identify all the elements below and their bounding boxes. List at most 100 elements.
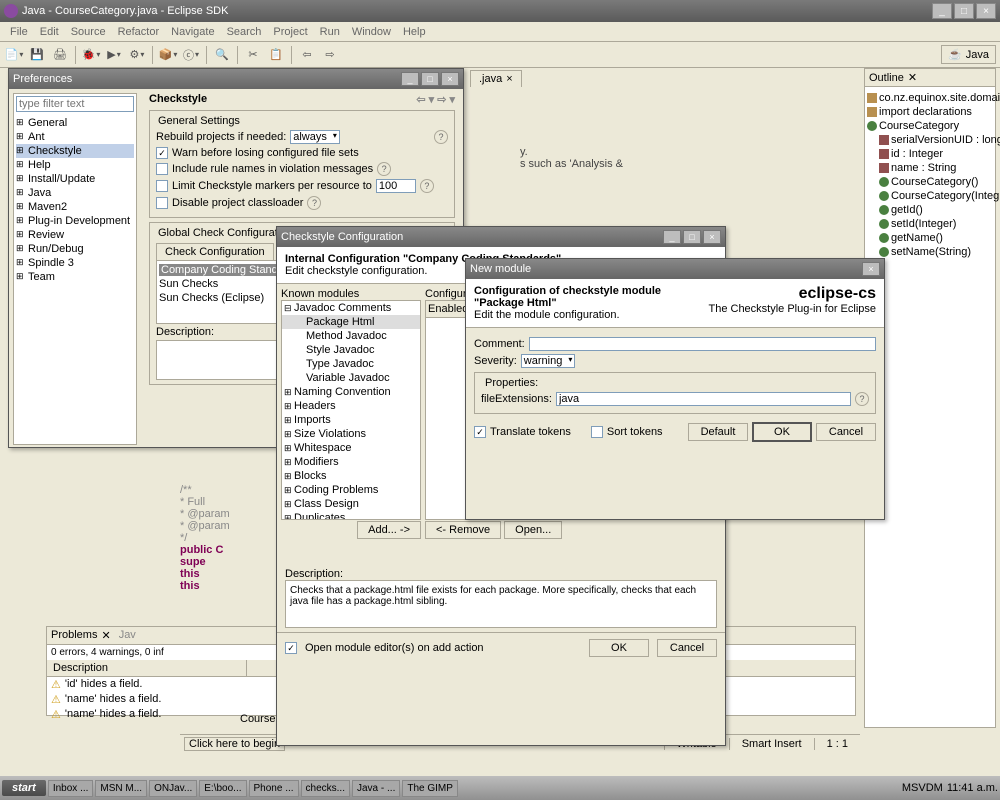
task-item[interactable]: Java - ... (352, 780, 400, 797)
prefs-tree-item[interactable]: Plug-in Development (16, 214, 134, 228)
menu-refactor[interactable]: Refactor (112, 24, 166, 40)
fileext-input[interactable] (556, 392, 851, 406)
task-item[interactable]: checks... (301, 780, 350, 797)
help-icon[interactable]: ? (307, 196, 321, 210)
class-icon[interactable]: ⓒ (181, 45, 201, 65)
outline-item[interactable]: name : String (867, 161, 993, 175)
filter-input[interactable] (16, 96, 134, 112)
maximize-button[interactable]: □ (421, 72, 439, 86)
outline-item[interactable]: co.nz.equinox.site.domain. (867, 91, 993, 105)
menu-run[interactable]: Run (314, 24, 346, 40)
include-checkbox[interactable] (156, 163, 168, 175)
cut-icon[interactable]: ✂ (243, 45, 263, 65)
open-editor-checkbox[interactable]: ✓ (285, 642, 297, 654)
limit-input[interactable]: 100 (376, 179, 416, 193)
outline-item[interactable]: CourseCategory(Integ (867, 189, 993, 203)
task-item[interactable]: Inbox ... (48, 780, 94, 797)
prefs-tree-item[interactable]: Java (16, 186, 134, 200)
ext-icon[interactable]: ⚙ (127, 45, 147, 65)
warning-icon: ⚠ (51, 678, 61, 691)
prefs-tree-item[interactable]: Checkstyle (16, 144, 134, 158)
task-item[interactable]: E:\boo... (199, 780, 246, 797)
outline-item[interactable]: getId() (867, 203, 993, 217)
outline-item[interactable]: id : Integer (867, 147, 993, 161)
menu-help[interactable]: Help (397, 24, 432, 40)
print-icon[interactable]: 🖨 (50, 45, 70, 65)
search-icon[interactable]: 🔍 (212, 45, 232, 65)
minimize-button[interactable]: _ (663, 230, 681, 244)
prefs-tree-item[interactable]: Ant (16, 130, 134, 144)
prefs-tree-item[interactable]: Help (16, 158, 134, 172)
task-item[interactable]: The GIMP (402, 780, 458, 797)
maximize-button[interactable]: □ (954, 3, 974, 19)
menu-project[interactable]: Project (267, 24, 313, 40)
prefs-tree-item[interactable]: Spindle 3 (16, 256, 134, 270)
tab-check-config[interactable]: Check Configuration (156, 243, 274, 260)
problems-tab[interactable]: Problems (51, 629, 97, 642)
fwd-icon[interactable]: ⇨ (320, 45, 340, 65)
run-icon[interactable]: ▶ (104, 45, 124, 65)
close-button[interactable]: × (976, 3, 996, 19)
rebuild-select[interactable]: always (290, 130, 340, 144)
limit-checkbox[interactable] (156, 180, 168, 192)
start-button[interactable]: start (2, 780, 46, 796)
comment-input[interactable] (529, 337, 876, 351)
add-button[interactable]: Add... -> (357, 521, 421, 539)
prefs-tree-item[interactable]: Install/Update (16, 172, 134, 186)
begin-link[interactable]: Click here to begin (184, 737, 285, 751)
prefs-tree-item[interactable]: Review (16, 228, 134, 242)
translate-checkbox[interactable]: ✓ (474, 426, 486, 438)
new-icon[interactable]: 📄 (4, 45, 24, 65)
prefs-tree-item[interactable]: Maven2 (16, 200, 134, 214)
prefs-tree-item[interactable]: Run/Debug (16, 242, 134, 256)
menu-edit[interactable]: Edit (34, 24, 65, 40)
menu-navigate[interactable]: Navigate (165, 24, 220, 40)
debug-icon[interactable]: 🐞 (81, 45, 101, 65)
default-button[interactable]: Default (688, 423, 748, 441)
outline-item[interactable]: setId(Integer) (867, 217, 993, 231)
close-button[interactable]: × (703, 230, 721, 244)
outline-item[interactable]: CourseCategory (867, 119, 993, 133)
outline-item[interactable]: setName(String) (867, 245, 993, 259)
task-item[interactable]: Phone ... (249, 780, 299, 797)
minimize-button[interactable]: _ (401, 72, 419, 86)
outline-item[interactable]: import declarations (867, 105, 993, 119)
menu-file[interactable]: File (4, 24, 34, 40)
maximize-button[interactable]: □ (683, 230, 701, 244)
menu-source[interactable]: Source (65, 24, 112, 40)
outline-item[interactable]: getName() (867, 231, 993, 245)
menu-window[interactable]: Window (346, 24, 397, 40)
close-button[interactable]: × (441, 72, 459, 86)
task-item[interactable]: ONJav... (149, 780, 197, 797)
prefs-tree-item[interactable]: Team (16, 270, 134, 284)
known-modules-tree[interactable]: Javadoc CommentsPackage HtmlMethod Javad… (281, 300, 421, 520)
minimize-button[interactable]: _ (932, 3, 952, 19)
back-icon[interactable]: ⇦ (297, 45, 317, 65)
package-icon[interactable]: 📦 (158, 45, 178, 65)
help-icon[interactable]: ? (377, 162, 391, 176)
perspective-java[interactable]: ☕ Java (941, 45, 996, 64)
menu-search[interactable]: Search (221, 24, 268, 40)
save-icon[interactable]: 💾 (27, 45, 47, 65)
editor-tab[interactable]: .java × (470, 70, 522, 87)
help-icon[interactable]: ? (434, 130, 448, 144)
prefs-tree-item[interactable]: General (16, 116, 134, 130)
paste-icon[interactable]: 📋 (266, 45, 286, 65)
sort-checkbox[interactable] (591, 426, 603, 438)
outline-item[interactable]: serialVersionUID : long (867, 133, 993, 147)
disable-checkbox[interactable] (156, 197, 168, 209)
ok-button[interactable]: OK (752, 422, 812, 442)
help-icon[interactable]: ? (855, 392, 869, 406)
severity-select[interactable]: warning (521, 354, 576, 368)
remove-button[interactable]: <- Remove (425, 521, 501, 539)
task-item[interactable]: MSN M... (95, 780, 147, 797)
warn-checkbox[interactable]: ✓ (156, 147, 168, 159)
outline-item[interactable]: CourseCategory() (867, 175, 993, 189)
open-button[interactable]: Open... (504, 521, 562, 539)
cancel-button[interactable]: Cancel (657, 639, 717, 657)
ok-button[interactable]: OK (589, 639, 649, 657)
close-button[interactable]: × (862, 262, 880, 276)
help-icon[interactable]: ? (420, 179, 434, 193)
cancel-button[interactable]: Cancel (816, 423, 876, 441)
close-tab-icon[interactable]: × (506, 73, 512, 85)
